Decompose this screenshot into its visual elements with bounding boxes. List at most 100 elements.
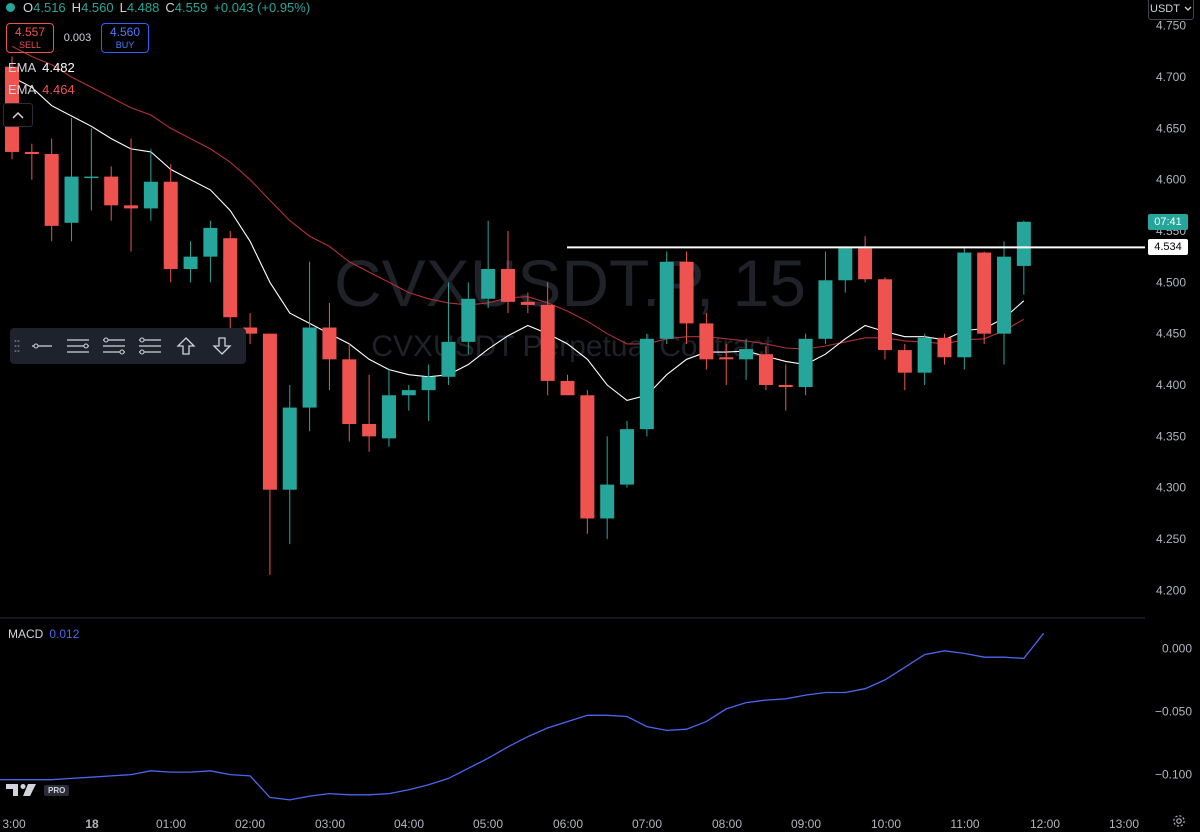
open-value: 4.516 (33, 0, 66, 15)
candle-body (739, 349, 754, 360)
price-tick-label: 4.200 (1156, 583, 1186, 597)
price-chart[interactable]: CVXUSDT.P, 15 CVXUSDT Perpetual Contract… (0, 0, 1200, 832)
currency-label: USDT (1150, 3, 1180, 15)
short-position-tool[interactable] (204, 328, 240, 364)
candle-body (798, 338, 813, 388)
candle-body (262, 333, 277, 490)
candle-body (699, 323, 714, 360)
buy-button[interactable]: 4.560 BUY (101, 23, 149, 53)
price-tick-label: 4.450 (1156, 327, 1186, 341)
candle-body (223, 238, 238, 318)
candle-body (897, 350, 912, 373)
collapse-legend-button[interactable] (3, 103, 33, 127)
candle-body (679, 261, 694, 324)
time-tick-label: 07:00 (632, 817, 662, 831)
low-label: L (119, 0, 127, 15)
price-tick-label: 4.600 (1156, 173, 1186, 187)
candle-body (183, 256, 198, 269)
time-tick-label: 01:00 (156, 817, 186, 831)
horizontal-ray-icon (67, 339, 89, 353)
time-tick-label: 06:00 (553, 817, 583, 831)
candle-body (877, 279, 892, 351)
candle-body (461, 298, 476, 342)
arrow-down-icon (212, 337, 232, 355)
candle-body (163, 181, 178, 269)
candle-body (659, 261, 674, 339)
candle-body (104, 176, 119, 206)
horizontal-line-tool[interactable] (24, 328, 60, 364)
ema-slow-value: 4.464 (42, 82, 75, 97)
candle-body (1016, 221, 1031, 266)
horizontal-ray-tool[interactable] (60, 328, 96, 364)
candle-body (600, 484, 615, 519)
time-tick-label: 08:00 (712, 817, 742, 831)
long-position-tool[interactable] (168, 328, 204, 364)
candle-body (282, 407, 297, 490)
candle-body (203, 227, 218, 257)
high-value: 4.560 (81, 0, 114, 15)
drag-handle-icon[interactable] (10, 328, 24, 364)
candle-body (401, 390, 416, 396)
time-tick-label: 3:00 (2, 817, 26, 831)
ema-slow-label: EMA (8, 82, 37, 97)
buy-price: 4.560 (109, 25, 141, 39)
ema-fast-label: EMA (8, 60, 37, 75)
tradingview-logo[interactable]: PRO (6, 782, 70, 798)
drawing-toolbar[interactable] (10, 328, 246, 364)
candle-body (441, 341, 456, 377)
watermark-symbol: CVXUSDT.P, 15 (334, 246, 806, 320)
open-label: O (23, 0, 34, 15)
parallel-channel-tool[interactable] (96, 328, 132, 364)
fib-retracement-tool[interactable] (132, 328, 168, 364)
low-value: 4.488 (126, 0, 160, 15)
candle-body (818, 280, 833, 339)
high-label: H (71, 0, 82, 15)
ema-legend-fast[interactable]: EMA 4.482 (8, 60, 75, 75)
countdown-tag: 07:41 (1148, 213, 1188, 230)
candle-body (620, 429, 635, 485)
price-tick-label: 4.700 (1156, 70, 1186, 84)
candle-body (639, 338, 654, 430)
candle-body (957, 252, 972, 358)
chevron-down-icon (1184, 6, 1192, 11)
time-tick-label: 03:00 (315, 817, 345, 831)
macd-label: MACD (8, 627, 44, 641)
time-tick-label: 10:00 (871, 817, 901, 831)
macd-tick-label: −0.050 (1155, 704, 1192, 718)
chart-settings-button[interactable] (1172, 814, 1186, 831)
candle-body (858, 248, 873, 280)
sell-button[interactable]: 4.557 SELL (6, 23, 54, 53)
candle-body (997, 256, 1011, 334)
candle-body (84, 176, 99, 179)
candle-body (124, 205, 139, 209)
macd-legend[interactable]: MACD 0.012 (8, 627, 79, 641)
price-tick-label: 4.300 (1156, 481, 1186, 495)
tradingview-logo-icon (6, 784, 36, 796)
pro-badge: PRO (44, 784, 70, 796)
close-value: 4.559 (174, 0, 208, 15)
candle-body (421, 376, 436, 391)
macd-tick-label: 0.000 (1162, 641, 1192, 655)
chevron-up-icon (12, 111, 24, 119)
candle-body (143, 181, 158, 209)
candle-body (501, 268, 515, 302)
sell-label: SELL (18, 40, 42, 50)
price-tick-label: 4.400 (1156, 378, 1186, 392)
time-tick-label: 09:00 (791, 817, 821, 831)
time-tick-label: 04:00 (394, 817, 424, 831)
macd-line (12, 632, 1045, 801)
currency-selector[interactable]: USDT (1148, 0, 1194, 20)
candle-body (302, 327, 317, 408)
candle-body (917, 337, 932, 373)
ema-legend-slow[interactable]: EMA 4.464 (8, 82, 75, 97)
arrow-up-icon (176, 337, 196, 355)
candle-body (342, 359, 357, 425)
candle-body (560, 380, 575, 396)
candle-body (540, 304, 555, 381)
price-tick-label: 4.500 (1156, 275, 1186, 289)
time-tick-label: 05:00 (473, 817, 503, 831)
horizontal-line-price-tag: 4.534 (1148, 239, 1188, 256)
fib-levels-icon (139, 337, 161, 355)
parallel-lines-icon (103, 337, 125, 355)
candle-body (937, 337, 952, 358)
